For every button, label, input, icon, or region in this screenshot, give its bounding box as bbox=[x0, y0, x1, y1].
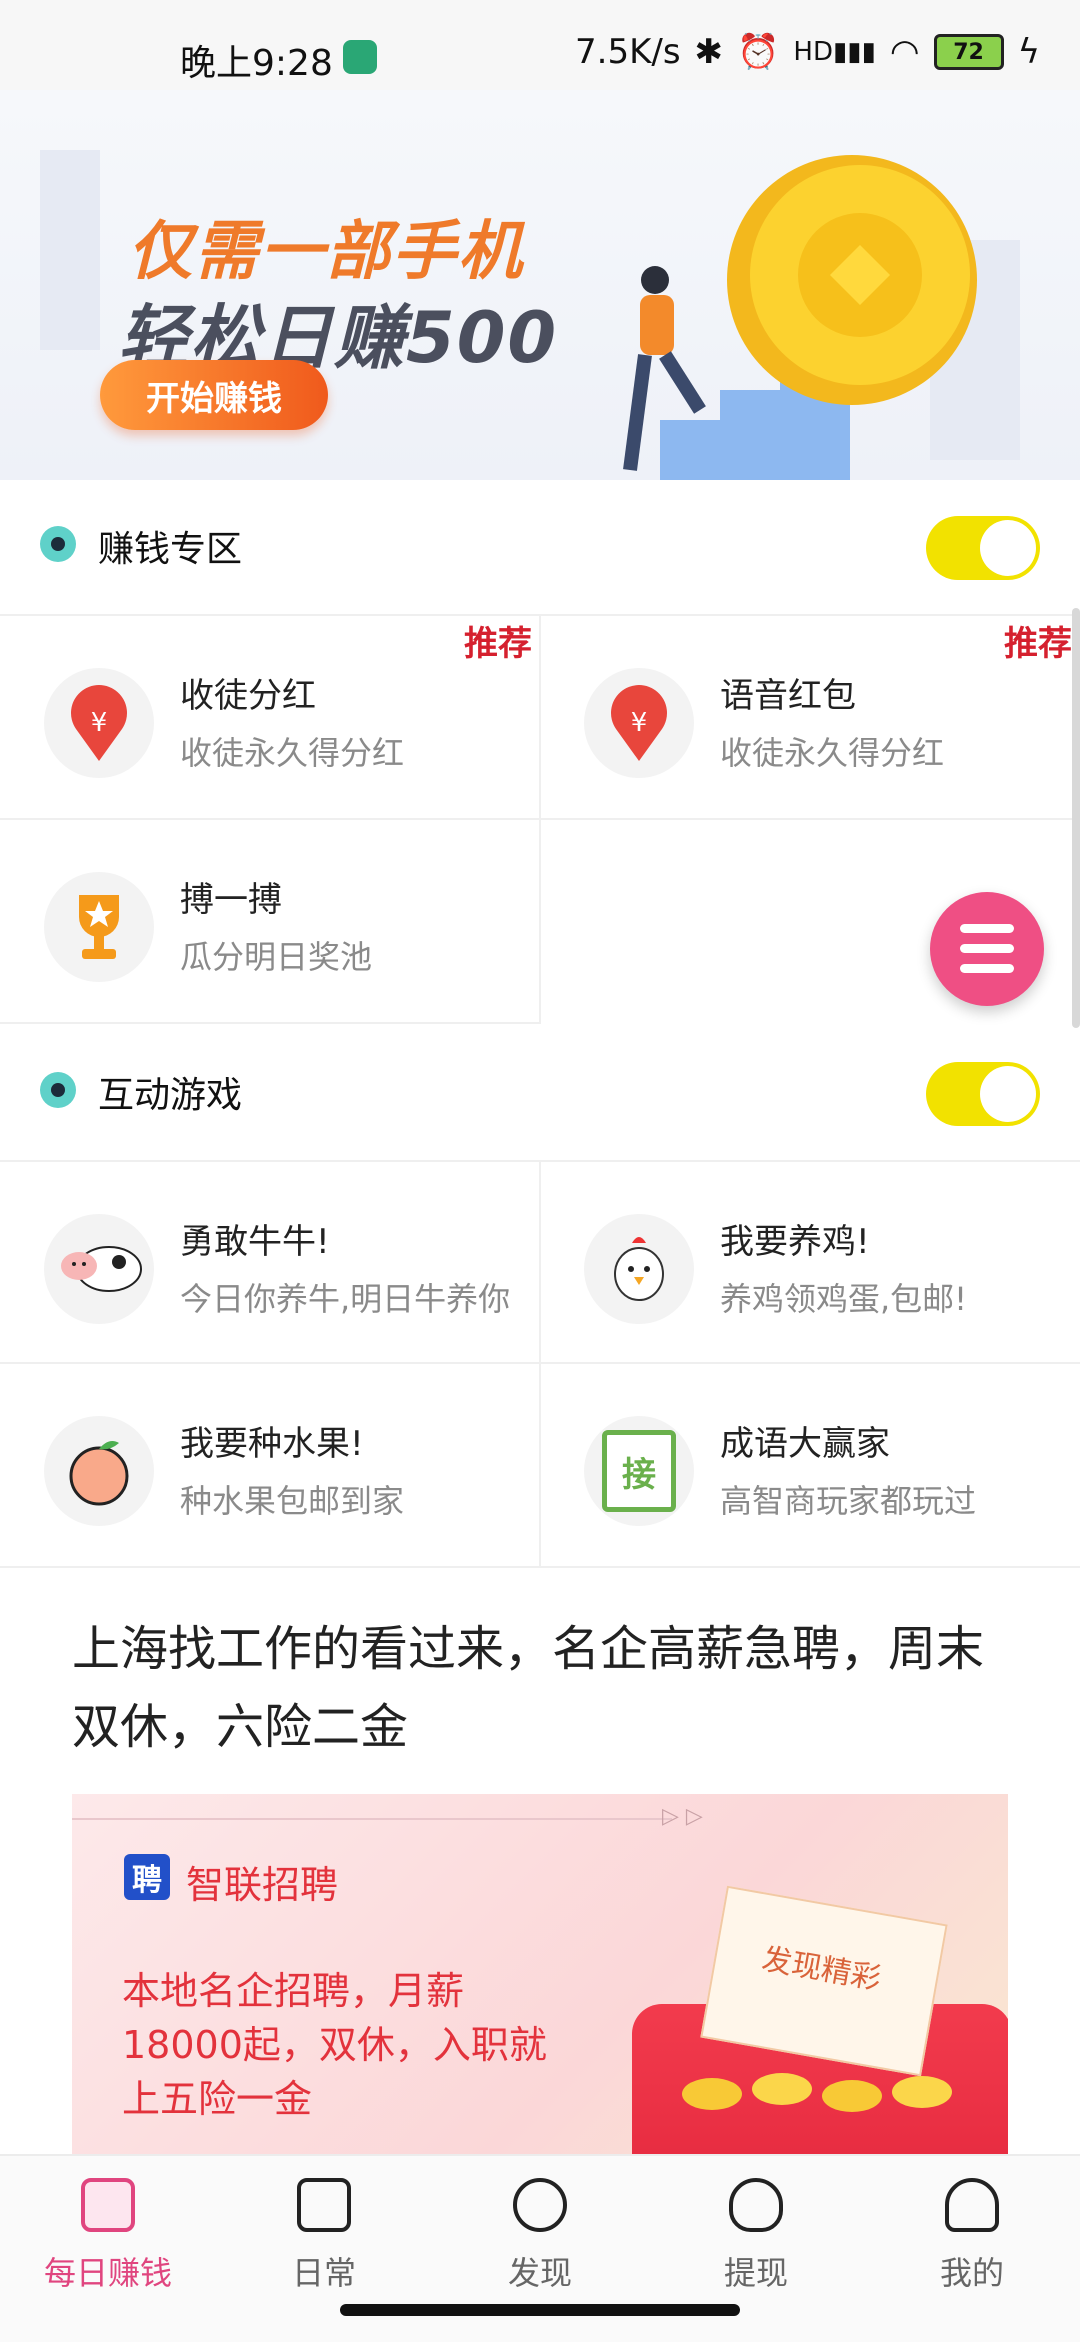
tab-daily-earn[interactable]: 每日赚钱 bbox=[0, 2174, 216, 2294]
section-eye-icon bbox=[40, 526, 76, 562]
tab-withdraw[interactable]: 提现 bbox=[648, 2174, 864, 2294]
section-eye-icon bbox=[40, 1072, 76, 1108]
svg-text:¥: ¥ bbox=[631, 708, 648, 738]
tab-label: 提现 bbox=[723, 2254, 788, 2292]
peach-icon bbox=[44, 1416, 154, 1526]
person-icon bbox=[945, 2178, 999, 2232]
zhaopin-logo-icon: 聘 bbox=[124, 1854, 170, 1900]
grid-item[interactable]: 接 成语大赢家 高智商玩家都玩过 bbox=[540, 1364, 1080, 1566]
home-indicator[interactable] bbox=[340, 2304, 740, 2316]
net-speed: 7.5K/s bbox=[575, 32, 681, 72]
item-desc: 瓜分明日奖池 bbox=[180, 938, 373, 976]
section-title: 赚钱专区 bbox=[98, 529, 243, 570]
status-time: 晚上9:28 bbox=[180, 43, 333, 84]
job-ad-card[interactable]: ▷ ▷ 聘 智联招聘 本地名企招聘，月薪18000起，双休，入职就上五险一金 发… bbox=[72, 1794, 1008, 2154]
tab-mine[interactable]: 我的 bbox=[864, 2174, 1080, 2294]
grid-item[interactable]: ¥ 语音红包 收徒永久得分红 推荐 bbox=[540, 616, 1080, 818]
item-desc: 收徒永久得分红 bbox=[720, 734, 945, 772]
tab-label: 发现 bbox=[507, 2254, 572, 2292]
item-name: 我要养鸡! bbox=[720, 1222, 870, 1262]
wifi-icon: ◠ bbox=[889, 32, 920, 72]
floating-menu-button[interactable] bbox=[930, 892, 1044, 1006]
item-desc: 收徒永久得分红 bbox=[180, 734, 405, 772]
item-name: 我要种水果! bbox=[180, 1424, 364, 1464]
item-name: 收徒分红 bbox=[180, 676, 316, 716]
section-header-games: 互动游戏 bbox=[0, 1034, 1080, 1154]
money-bag-icon: ¥ bbox=[44, 668, 154, 778]
item-name: 搏一搏 bbox=[180, 880, 282, 920]
grid-item[interactable]: 我要种水果! 种水果包邮到家 bbox=[0, 1364, 540, 1566]
item-desc: 养鸡领鸡蛋,包邮! bbox=[720, 1280, 968, 1318]
money-bag-icon: ¥ bbox=[584, 668, 694, 778]
tab-label: 每日赚钱 bbox=[43, 2254, 172, 2292]
alarm-icon: ⏰ bbox=[737, 32, 780, 72]
tab-routine[interactable]: 日常 bbox=[216, 2174, 432, 2294]
status-bar: 晚上9:28 7.5K/s ✱ ⏰ HD▮▮▮ ◠ 72 ϟ bbox=[0, 0, 1080, 90]
item-name: 成语大赢家 bbox=[720, 1424, 890, 1464]
section-toggle[interactable] bbox=[926, 1062, 1040, 1126]
notebook-icon bbox=[297, 2178, 351, 2232]
chart-icon bbox=[81, 2178, 135, 2232]
tab-label: 日常 bbox=[291, 2254, 356, 2292]
divider bbox=[0, 1566, 1080, 1568]
yen-bag-icon bbox=[729, 2178, 783, 2232]
ad-brand: 智联招聘 bbox=[186, 1863, 339, 1907]
ad-text: 本地名企招聘，月薪18000起，双休，入职就上五险一金 bbox=[122, 1969, 547, 2121]
grid-item[interactable]: 搏一搏 瓜分明日奖池 bbox=[0, 820, 540, 1022]
recommend-badge: 推荐 bbox=[1004, 624, 1072, 664]
tab-label: 我的 bbox=[939, 2254, 1004, 2292]
item-desc: 高智商玩家都玩过 bbox=[720, 1482, 977, 1520]
item-desc: 种水果包邮到家 bbox=[180, 1482, 405, 1520]
chicken-icon bbox=[584, 1214, 694, 1324]
svg-text:¥: ¥ bbox=[91, 708, 108, 738]
item-name: 语音红包 bbox=[720, 676, 856, 716]
tab-discover[interactable]: 发现 bbox=[432, 2174, 648, 2294]
divider bbox=[0, 1022, 540, 1024]
charging-icon: ϟ bbox=[1017, 32, 1040, 72]
battery-icon: 72 bbox=[933, 34, 1004, 70]
app-notification-icon bbox=[343, 40, 377, 74]
hd-signal-icon: HD▮▮▮ bbox=[793, 37, 876, 67]
start-earning-button[interactable]: 开始赚钱 bbox=[100, 360, 328, 430]
scrollbar[interactable] bbox=[1072, 608, 1080, 1028]
banner-headline: 仅需一部手机 bbox=[128, 215, 524, 289]
recommend-badge: 推荐 bbox=[464, 624, 532, 664]
idiom-book-char: 接 bbox=[602, 1430, 676, 1512]
trophy-icon bbox=[44, 872, 154, 982]
coins-illustration bbox=[672, 2064, 972, 2124]
grid-item[interactable]: 勇敢牛牛! 今日你养牛,明日牛养你 bbox=[0, 1162, 540, 1364]
grid-item[interactable]: 我要养鸡! 养鸡领鸡蛋,包邮! bbox=[540, 1162, 1080, 1364]
status-indicators: 7.5K/s ✱ ⏰ HD▮▮▮ ◠ 72 ϟ bbox=[575, 32, 1040, 72]
section-toggle[interactable] bbox=[926, 516, 1040, 580]
cow-icon bbox=[44, 1214, 154, 1324]
section-header-earn: 赚钱专区 bbox=[0, 488, 1080, 608]
chat-icon bbox=[513, 2178, 567, 2232]
bluetooth-icon: ✱ bbox=[694, 32, 724, 72]
play-icon: ▷ ▷ bbox=[662, 1804, 703, 1829]
promo-banner[interactable]: 仅需一部手机 轻松日赚500 开始赚钱 bbox=[0, 90, 1080, 480]
ad-top-line bbox=[72, 1818, 672, 1820]
section-title: 互动游戏 bbox=[98, 1075, 243, 1116]
item-desc: 今日你养牛,明日牛养你 bbox=[180, 1280, 511, 1318]
article-title[interactable]: 上海找工作的看过来，名企高薪急聘，周末双休，六险二金 bbox=[72, 1610, 1012, 1766]
idiom-book-icon: 接 bbox=[584, 1416, 694, 1526]
grid-item[interactable]: ¥ 收徒分红 收徒永久得分红 推荐 bbox=[0, 616, 540, 818]
item-name: 勇敢牛牛! bbox=[180, 1222, 330, 1262]
